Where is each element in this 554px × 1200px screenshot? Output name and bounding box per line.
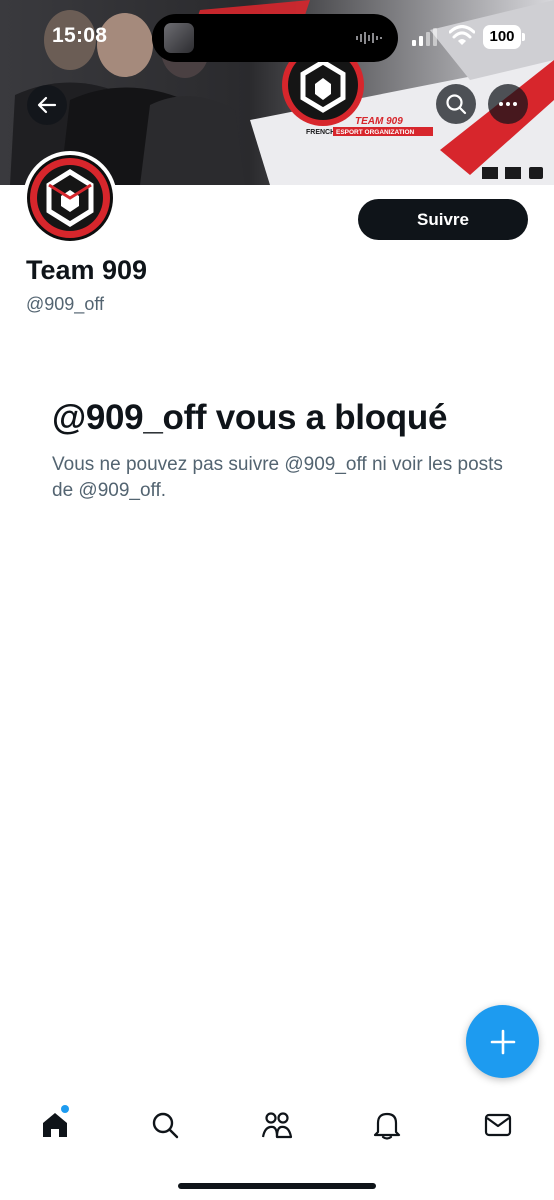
more-icon (499, 102, 517, 106)
people-icon (261, 1112, 293, 1139)
nav-notifications[interactable] (367, 1105, 407, 1145)
compose-button[interactable] (466, 1005, 539, 1078)
back-button[interactable] (27, 85, 67, 125)
banner-org-prefix: FRENCH (306, 129, 335, 136)
home-indicator (178, 1183, 376, 1189)
follow-button[interactable]: Suivre (358, 199, 528, 240)
home-unread-dot (61, 1105, 69, 1113)
envelope-icon (484, 1113, 512, 1137)
status-time: 15:08 (52, 24, 108, 47)
search-icon (152, 1112, 179, 1139)
nav-home[interactable] (35, 1105, 75, 1145)
nav-communities[interactable] (257, 1105, 297, 1145)
search-icon (446, 94, 467, 115)
team-logo-avatar (30, 158, 110, 238)
search-button[interactable] (436, 84, 476, 124)
dynamic-island (152, 14, 398, 62)
audio-waveform-icon (356, 32, 382, 44)
profile-avatar[interactable] (23, 151, 117, 245)
more-options-button[interactable] (488, 84, 528, 124)
cellular-signal-icon (412, 28, 437, 46)
banner-org-label: ESPORT ORGANIZATION (336, 129, 415, 136)
now-playing-thumbnail (164, 23, 194, 53)
home-icon (43, 1113, 67, 1137)
profile-handle: @909_off (26, 294, 105, 314)
wifi-icon (449, 25, 475, 45)
nav-explore[interactable] (145, 1105, 185, 1145)
sponsor-logos (482, 167, 543, 179)
bell-icon (373, 1112, 401, 1140)
blocked-description: Vous ne pouvez pas suivre @909_off ni vo… (52, 454, 503, 501)
nav-messages[interactable] (478, 1105, 518, 1145)
arrow-left-icon (37, 96, 57, 114)
bottom-navigation (0, 1095, 554, 1155)
profile-display-name: Team 909 (26, 255, 148, 285)
banner-team-label: TEAM 909 (355, 116, 403, 127)
battery-indicator: 100 (483, 25, 525, 49)
plus-icon (490, 1029, 515, 1054)
blocked-title: @909_off vous a bloqué (52, 398, 448, 437)
